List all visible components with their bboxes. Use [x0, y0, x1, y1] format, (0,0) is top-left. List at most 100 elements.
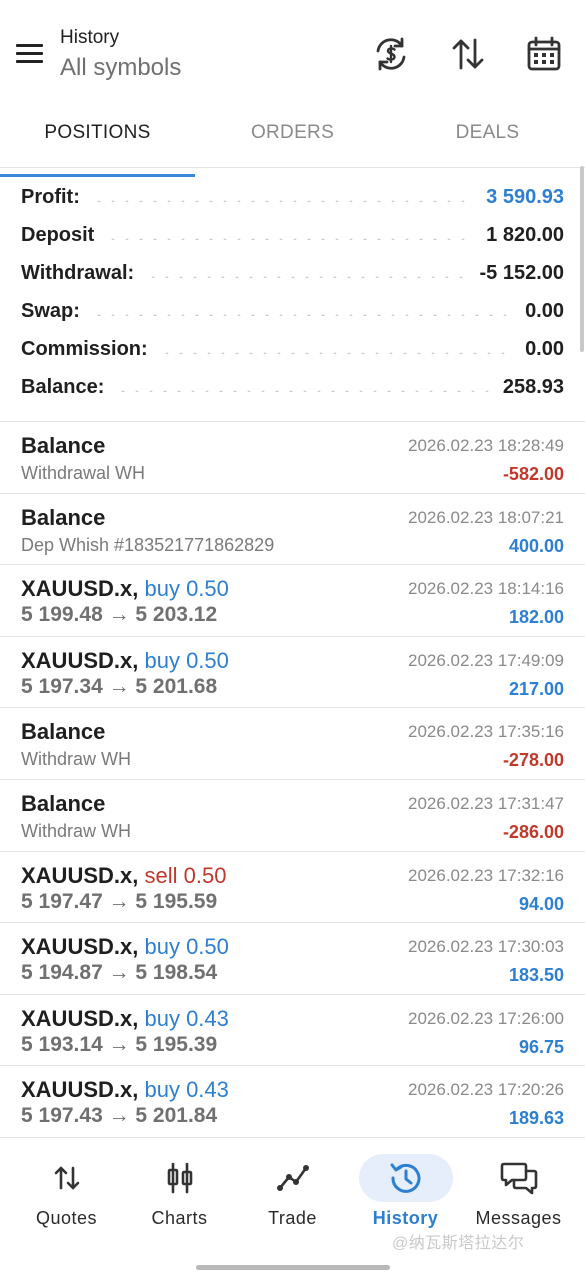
row-title: Balance — [21, 504, 106, 530]
row-time: 2026.02.23 18:07:21 — [408, 507, 564, 527]
dot-leader — [106, 238, 475, 240]
list-item[interactable]: Balance Withdraw WH 2026.02.23 17:31:47 … — [0, 780, 585, 852]
row-prices: 5 197.43 → 5 201.84 — [21, 1104, 218, 1128]
row-side: buy 0.50 — [144, 576, 229, 602]
row-time: 2026.02.23 17:35:16 — [408, 722, 564, 742]
list-item[interactable]: XAUUSD.x, sell 0.50 5 197.47 → 5 195.59 … — [0, 852, 585, 924]
row-prices: 5 199.48 → 5 203.12 — [21, 603, 218, 627]
row-amount: 400.00 — [508, 535, 564, 556]
row-title: XAUUSD.x, buy 0.50 — [21, 648, 229, 674]
row-side: buy 0.43 — [144, 1077, 229, 1103]
row-title: XAUUSD.x, buy 0.50 — [21, 934, 229, 960]
tab-positions[interactable]: POSITIONS — [0, 108, 195, 177]
row-side: buy 0.43 — [144, 1005, 229, 1031]
row-amount: 189.63 — [508, 1108, 564, 1129]
summary-label: Swap: — [21, 299, 80, 322]
row-amount: -286.00 — [502, 821, 564, 842]
dot-leader — [91, 314, 514, 316]
candlestick-icon — [160, 1158, 200, 1198]
list-item[interactable]: Balance Dep Whish #183521771862829 2026.… — [0, 494, 585, 566]
dot-leader — [159, 352, 514, 354]
summary-deposit-row: Deposit 1 820.00 — [21, 216, 564, 254]
sort-arrows-icon[interactable] — [448, 34, 488, 74]
list-item[interactable]: XAUUSD.x, buy 0.50 5 194.87 → 5 198.54 2… — [0, 923, 585, 995]
nav-trade[interactable]: Trade — [234, 1138, 351, 1244]
row-time: 2026.02.23 17:49:09 — [408, 650, 564, 670]
list-item[interactable]: Balance Withdrawal WH 2026.02.23 18:28:4… — [0, 422, 585, 494]
summary-label: Deposit — [21, 223, 95, 246]
hamburger-menu-icon[interactable] — [14, 38, 46, 68]
dot-leader — [91, 200, 475, 202]
row-side: buy 0.50 — [144, 647, 229, 673]
row-title: Balance — [21, 719, 106, 745]
summary-swap-value: 0.00 — [525, 299, 564, 322]
row-title: XAUUSD.x, buy 0.43 — [21, 1077, 229, 1103]
row-prices: 5 194.87 → 5 198.54 — [21, 961, 218, 985]
symbol-filter-label[interactable]: All symbols — [60, 52, 181, 84]
row-title: XAUUSD.x, buy 0.50 — [21, 576, 229, 602]
row-time: 2026.02.23 17:20:26 — [408, 1080, 564, 1100]
account-summary: Profit: 3 590.93 Deposit 1 820.00 Withdr… — [0, 178, 585, 422]
tab-orders[interactable]: ORDERS — [195, 108, 390, 167]
gesture-home-bar[interactable] — [196, 1265, 390, 1270]
row-prices: 5 197.34 → 5 201.68 — [21, 674, 218, 698]
summary-commission-value: 0.00 — [525, 337, 564, 360]
dot-leader — [146, 276, 468, 278]
calendar-icon[interactable] — [524, 34, 564, 74]
summary-balance-value: 258.93 — [502, 375, 564, 398]
row-title: XAUUSD.x, buy 0.43 — [21, 1006, 229, 1032]
row-time: 2026.02.23 17:32:16 — [408, 865, 564, 885]
row-time: 2026.02.23 18:14:16 — [408, 579, 564, 599]
row-time: 2026.02.23 18:28:49 — [408, 436, 564, 455]
row-amount: 96.75 — [518, 1036, 564, 1057]
row-comment: Withdraw WH — [21, 749, 132, 770]
summary-withdrawal-value: -5 152.00 — [479, 261, 564, 284]
summary-label: Profit: — [21, 185, 80, 208]
tab-deals[interactable]: DEALS — [390, 108, 585, 167]
nav-label: Quotes — [35, 1208, 98, 1228]
row-symbol: XAUUSD.x, — [21, 1077, 139, 1103]
watermark: @纳瓦斯塔拉达尔 — [392, 1235, 525, 1252]
dot-leader — [116, 390, 491, 392]
nav-label: Messages — [475, 1208, 562, 1228]
quotes-arrows-icon — [47, 1158, 87, 1198]
summary-label: Withdrawal: — [21, 261, 135, 284]
row-amount: -278.00 — [502, 750, 564, 771]
summary-label: Balance: — [21, 375, 105, 398]
row-time: 2026.02.23 17:31:47 — [408, 793, 564, 813]
list-item[interactable]: XAUUSD.x, buy 0.43 5 197.43 → 5 201.84 2… — [0, 1066, 585, 1138]
list-item[interactable]: Balance Withdraw WH 2026.02.23 17:35:16 … — [0, 708, 585, 780]
summary-label: Commission: — [21, 337, 148, 360]
list-item[interactable]: XAUUSD.x, buy 0.43 5 193.14 → 5 195.39 2… — [0, 995, 585, 1067]
nav-quotes[interactable]: Quotes — [8, 1138, 125, 1244]
row-comment: Withdrawal WH — [21, 463, 146, 483]
page-title: History — [60, 27, 120, 48]
sync-currency-icon[interactable] — [371, 34, 411, 74]
row-comment: Withdraw WH — [21, 820, 132, 841]
row-amount: 217.00 — [508, 678, 564, 699]
row-comment: Dep Whish #183521771862829 — [21, 534, 275, 555]
nav-label: Trade — [268, 1208, 317, 1228]
row-prices: 5 193.14 → 5 195.39 — [21, 1032, 218, 1056]
row-symbol: XAUUSD.x, — [21, 647, 139, 673]
summary-commission-row: Commission: 0.00 — [21, 330, 564, 368]
list-item[interactable]: XAUUSD.x, buy 0.50 5 199.48 → 5 203.12 2… — [0, 565, 585, 637]
summary-withdrawal-row: Withdrawal: -5 152.00 — [21, 254, 564, 292]
row-title: Balance — [21, 790, 106, 816]
summary-swap-row: Swap: 0.00 — [21, 292, 564, 330]
list-item[interactable]: XAUUSD.x, buy 0.50 5 197.34 → 5 201.68 2… — [0, 637, 585, 709]
trade-line-icon — [273, 1158, 313, 1198]
row-time: 2026.02.23 17:26:00 — [408, 1008, 564, 1028]
row-time: 2026.02.23 17:30:03 — [408, 937, 564, 957]
row-symbol: XAUUSD.x, — [21, 934, 139, 960]
row-symbol: XAUUSD.x, — [21, 862, 139, 888]
nav-label: History — [372, 1208, 439, 1228]
row-amount: 94.00 — [518, 893, 564, 914]
row-title: Balance — [21, 433, 106, 458]
row-prices: 5 197.47 → 5 195.59 — [21, 889, 218, 913]
messages-icon — [499, 1158, 539, 1198]
row-side: buy 0.50 — [144, 934, 229, 960]
row-symbol: XAUUSD.x, — [21, 576, 139, 602]
nav-charts[interactable]: Charts — [121, 1138, 238, 1244]
row-amount: 183.50 — [508, 965, 564, 986]
